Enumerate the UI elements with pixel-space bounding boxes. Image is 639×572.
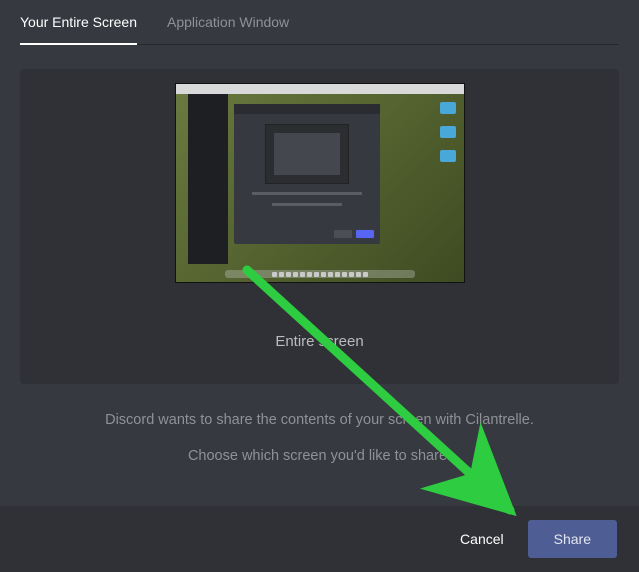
dialog-footer: Cancel Share <box>0 506 639 572</box>
tab-entire-screen[interactable]: Your Entire Screen <box>20 14 137 44</box>
tab-application-window[interactable]: Application Window <box>167 14 289 44</box>
preview-area: Entire screen <box>0 45 639 394</box>
screen-thumbnail <box>175 83 465 283</box>
source-tabs: Your Entire Screen Application Window <box>0 0 639 44</box>
screen-option-label: Entire screen <box>275 333 363 350</box>
info-text: Discord wants to share the contents of y… <box>0 412 639 464</box>
screen-option-card[interactable]: Entire screen <box>20 69 619 384</box>
share-button[interactable]: Share <box>528 520 617 558</box>
info-line-2: Choose which screen you'd like to share. <box>20 448 619 464</box>
info-line-1: Discord wants to share the contents of y… <box>20 412 619 428</box>
cancel-button[interactable]: Cancel <box>446 521 518 557</box>
